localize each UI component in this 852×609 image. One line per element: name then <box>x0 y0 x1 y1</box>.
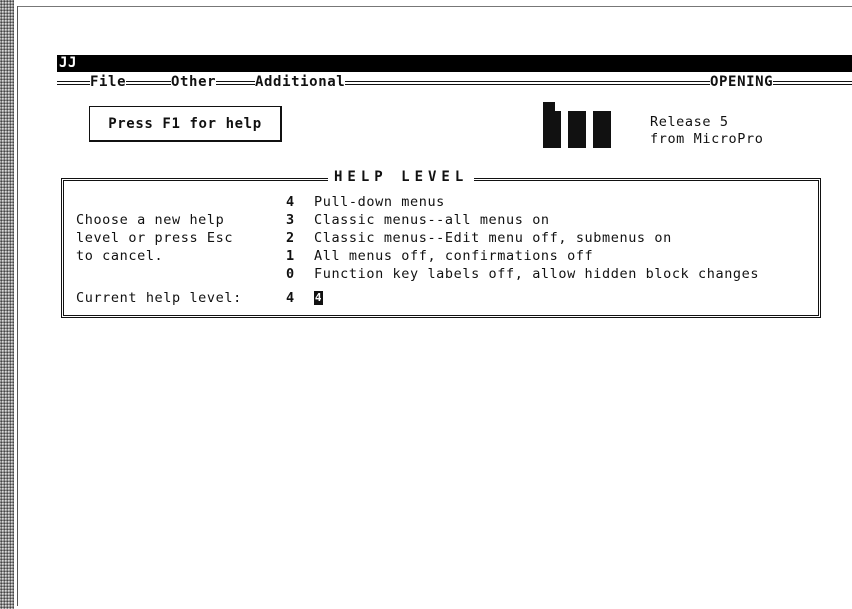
option-level-number: 0 <box>286 266 295 282</box>
window-title: JJ <box>59 55 78 71</box>
menu-status-opening: OPENING <box>710 73 774 91</box>
page-top-line <box>18 6 852 7</box>
help-level-option-1[interactable]: 1 All menus off, confirmations off <box>286 247 759 265</box>
dialog-title: HELP LEVEL <box>328 168 475 186</box>
option-level-number: 3 <box>286 212 295 228</box>
wordstar-logo <box>543 102 623 148</box>
help-hint-box: Press F1 for help <box>89 106 282 142</box>
dialog-prompt: Choose a new help level or press Esc to … <box>76 211 233 265</box>
menu-additional[interactable]: Additional <box>255 73 346 91</box>
prompt-line: to cancel. <box>76 248 164 264</box>
help-level-input[interactable]: 4 <box>314 291 323 305</box>
current-help-level-row: Current help level: 4 4 <box>76 289 323 307</box>
logo-bar <box>593 111 611 148</box>
logo-bar <box>543 111 561 148</box>
help-level-option-0[interactable]: 0 Function key labels off, allow hidden b… <box>286 265 759 283</box>
menu-bar: File Other Additional OPENING <box>57 73 852 93</box>
binding-strip <box>0 0 14 609</box>
release-version: Release 5 <box>650 114 729 130</box>
current-help-level-label: Current help level: <box>76 290 242 306</box>
help-hint-prefix: Press <box>108 116 163 132</box>
option-description: Classic menus--Edit menu off, submenus o… <box>314 230 672 246</box>
help-level-option-2[interactable]: 2 Classic menus--Edit menu off, submenus … <box>286 229 759 247</box>
option-description: Classic menus--all menus on <box>314 212 550 228</box>
release-vendor: from MicroPro <box>650 131 764 147</box>
menu-other[interactable]: Other <box>171 73 217 91</box>
menu-file[interactable]: File <box>90 73 127 91</box>
option-description: Pull-down menus <box>314 194 445 210</box>
page-edge-line <box>17 6 18 606</box>
help-level-option-4[interactable]: 4 Pull-down menus <box>286 193 759 211</box>
help-level-options: 4 Pull-down menus 3 Classic menus--all men… <box>286 193 759 283</box>
help-hint-suffix: for help <box>180 116 262 132</box>
option-level-number: 2 <box>286 230 295 246</box>
current-help-level-value: 4 <box>286 290 295 306</box>
title-bar: JJ <box>57 55 852 72</box>
option-description: Function key labels off, allow hidden bl… <box>314 266 760 282</box>
option-level-number: 1 <box>286 248 295 264</box>
help-level-option-3[interactable]: 3 Classic menus--all menus on <box>286 211 759 229</box>
prompt-line: level or press Esc <box>76 230 234 246</box>
release-info: Release 5 from MicroPro <box>650 114 763 148</box>
help-hint-key: F1 <box>162 116 181 132</box>
option-level-number: 4 <box>286 194 295 210</box>
option-description: All menus off, confirmations off <box>314 248 594 264</box>
dialog-title-text: HELP LEVEL <box>334 169 469 185</box>
logo-bar <box>568 111 586 148</box>
prompt-line: Choose a new help <box>76 212 225 228</box>
